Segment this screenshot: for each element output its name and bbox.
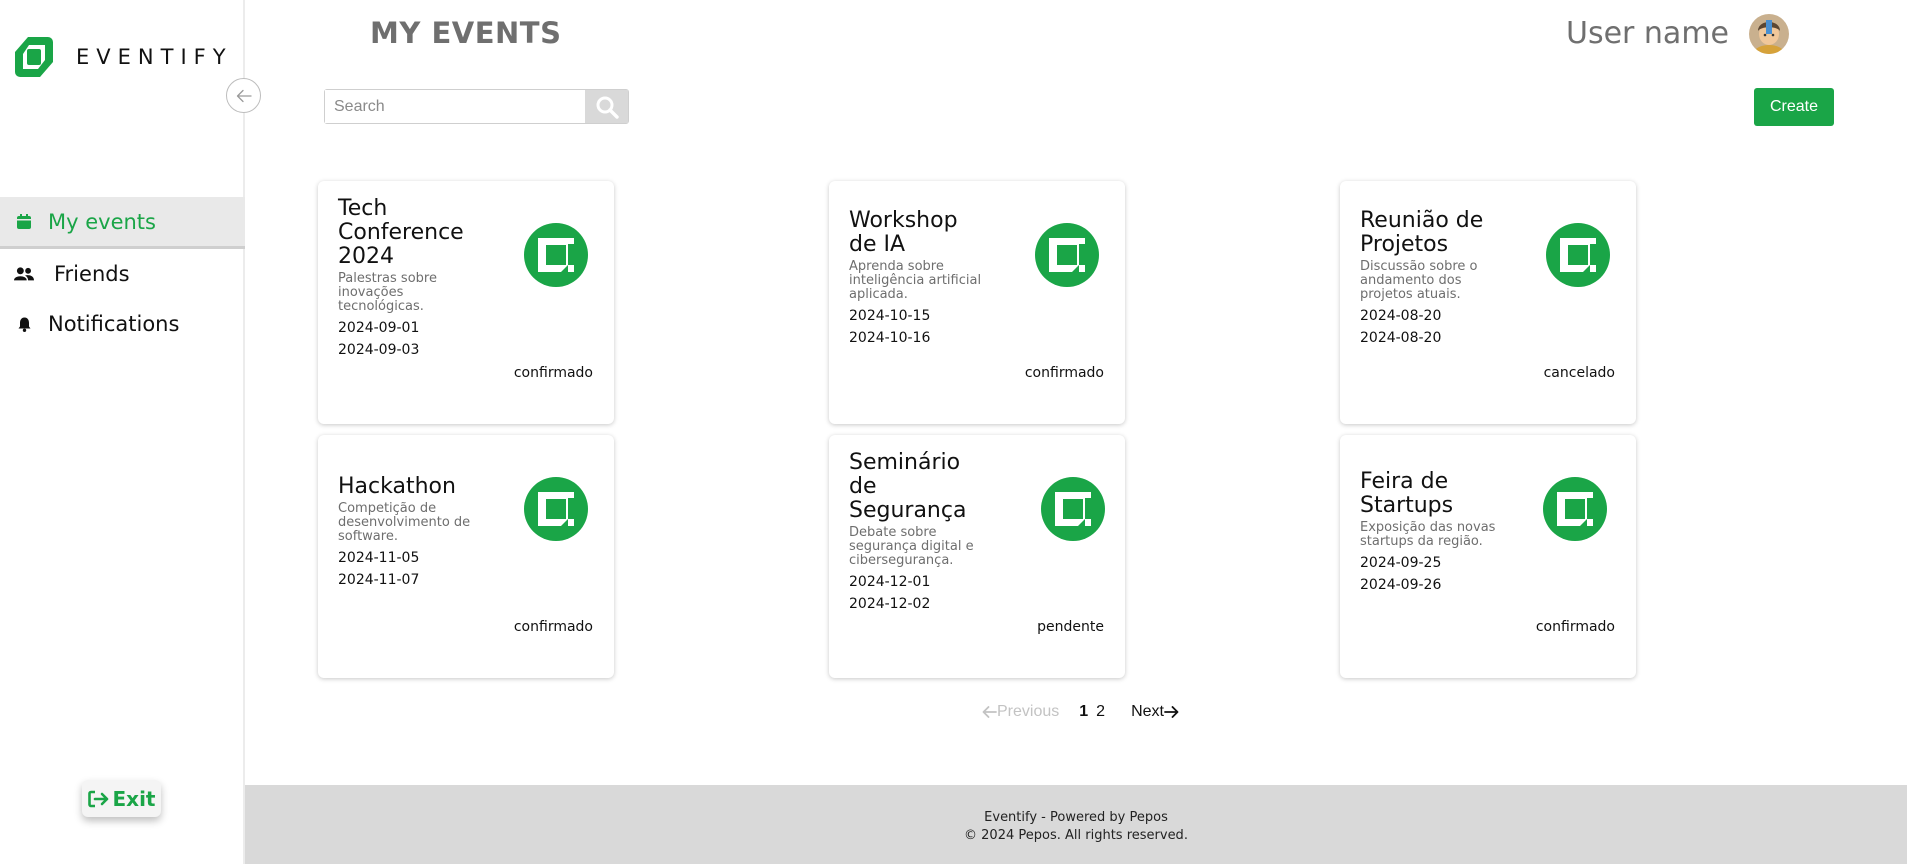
event-card-body: Hackathon Competição de desenvolvimento … [338,435,474,628]
event-card-body: Seminário de Segurança Debate sobre segu… [849,435,985,628]
event-card-body: Tech Conference 2024 Palestras sobre ino… [338,181,474,374]
page-button-1[interactable]: 1 [1079,703,1088,721]
event-card-body: Reunião de Projetos Discussão sobre o an… [1360,181,1496,374]
event-end-date: 2024-09-03 [338,342,420,358]
event-card[interactable]: Reunião de Projetos Discussão sobre o an… [1340,181,1636,424]
event-start-date: 2024-08-20 [1360,308,1442,324]
event-description: Exposição das novas startups da região. [1360,520,1496,549]
sidebar-item-label: Notifications [48,312,180,336]
footer-copyright: © 2024 Pepos. All rights reserved. [964,828,1188,843]
event-card[interactable]: Seminário de Segurança Debate sobre segu… [829,435,1125,678]
event-title: Reunião de Projetos [1360,208,1484,257]
arrow-right-icon [1164,706,1179,718]
event-description: Competição de desenvolvimento de softwar… [338,501,471,544]
sidebar-item-my-events[interactable]: My events [0,197,245,249]
eventify-logo-icon [15,37,53,77]
sidebar-item-label: My events [48,209,156,234]
user-name: User name [1566,16,1729,51]
sidebar-nav: My events Friends Notifications [0,197,245,349]
previous-button[interactable]: Previous [982,703,1059,721]
event-status: confirmado [513,365,593,381]
event-title: Feira de Startups [1360,469,1454,518]
event-logo-icon [1035,223,1099,287]
event-description: Discussão sobre o andamento dos projetos… [1360,259,1478,302]
arrow-left-icon [982,706,997,718]
event-start-date: 2024-10-15 [849,308,931,324]
search-input[interactable] [325,90,585,123]
event-card[interactable]: Feira de Startups Exposição das novas st… [1340,435,1636,678]
pagination: Previous 1 2 Next [982,703,1179,721]
logout-icon [87,790,108,807]
event-end-date: 2024-08-20 [1360,330,1442,346]
event-end-date: 2024-12-02 [849,596,931,612]
event-status: confirmado [1024,365,1104,381]
event-logo-icon [524,477,588,541]
next-label: Next [1131,703,1164,720]
avatar[interactable] [1749,14,1789,54]
event-title: Seminário de Segurança [849,450,967,523]
event-end-date: 2024-11-07 [338,572,420,588]
calendar-icon [14,214,34,229]
page-button-2[interactable]: 2 [1096,703,1105,721]
bell-icon [14,317,34,332]
footer-powered-by: Eventify - Powered by Pepos [984,810,1168,825]
event-status: cancelado [1543,365,1615,381]
sidebar-item-friends[interactable]: Friends [0,249,245,299]
footer: Eventify - Powered by Pepos © 2024 Pepos… [245,785,1907,864]
event-description: Palestras sobre inovações tecnológicas. [338,271,437,314]
users-icon [14,266,34,282]
event-status: confirmado [513,619,593,635]
event-title: Tech Conference 2024 [338,196,464,269]
event-logo-icon [1546,223,1610,287]
search-icon [596,96,619,119]
event-logo-icon [524,223,588,287]
brand[interactable]: EVENTIFY [14,36,233,78]
page-title: MY EVENTS [370,16,562,50]
avatar-image [1749,14,1789,54]
event-card-body: Feira de Startups Exposição das novas st… [1360,435,1496,628]
next-button[interactable]: Next [1131,703,1179,721]
event-logo-icon [1543,477,1607,541]
event-status: confirmado [1535,619,1615,635]
event-end-date: 2024-10-16 [849,330,931,346]
event-card[interactable]: Workshop de IA Aprenda sobre inteligênci… [829,181,1125,424]
exit-button[interactable]: Exit [82,780,161,817]
event-card[interactable]: Tech Conference 2024 Palestras sobre ino… [318,181,614,424]
event-start-date: 2024-12-01 [849,574,931,590]
event-card[interactable]: Hackathon Competição de desenvolvimento … [318,435,614,678]
create-button[interactable]: Create [1754,88,1834,126]
event-title: Hackathon [338,474,456,499]
exit-label: Exit [112,786,156,811]
event-end-date: 2024-09-26 [1360,577,1442,593]
event-card-body: Workshop de IA Aprenda sobre inteligênci… [849,181,985,374]
event-start-date: 2024-09-01 [338,320,420,336]
event-logo-icon [1041,477,1105,541]
previous-label: Previous [997,703,1060,720]
collapse-sidebar-button[interactable] [226,78,261,113]
sidebar-item-notifications[interactable]: Notifications [0,299,245,349]
search-button[interactable] [585,90,628,123]
event-description: Aprenda sobre inteligência artificial ap… [849,259,982,302]
sidebar: EVENTIFY My events Friends Notifications… [0,0,245,864]
event-start-date: 2024-11-05 [338,550,420,566]
event-description: Debate sobre segurança digital e ciberse… [849,525,974,568]
arrow-left-icon [236,89,252,102]
event-start-date: 2024-09-25 [1360,555,1442,571]
sidebar-item-label: Friends [54,262,130,286]
brand-name: EVENTIFY [76,45,233,69]
event-status: pendente [1037,619,1104,635]
search-bar [324,89,629,124]
event-title: Workshop de IA [849,208,958,257]
